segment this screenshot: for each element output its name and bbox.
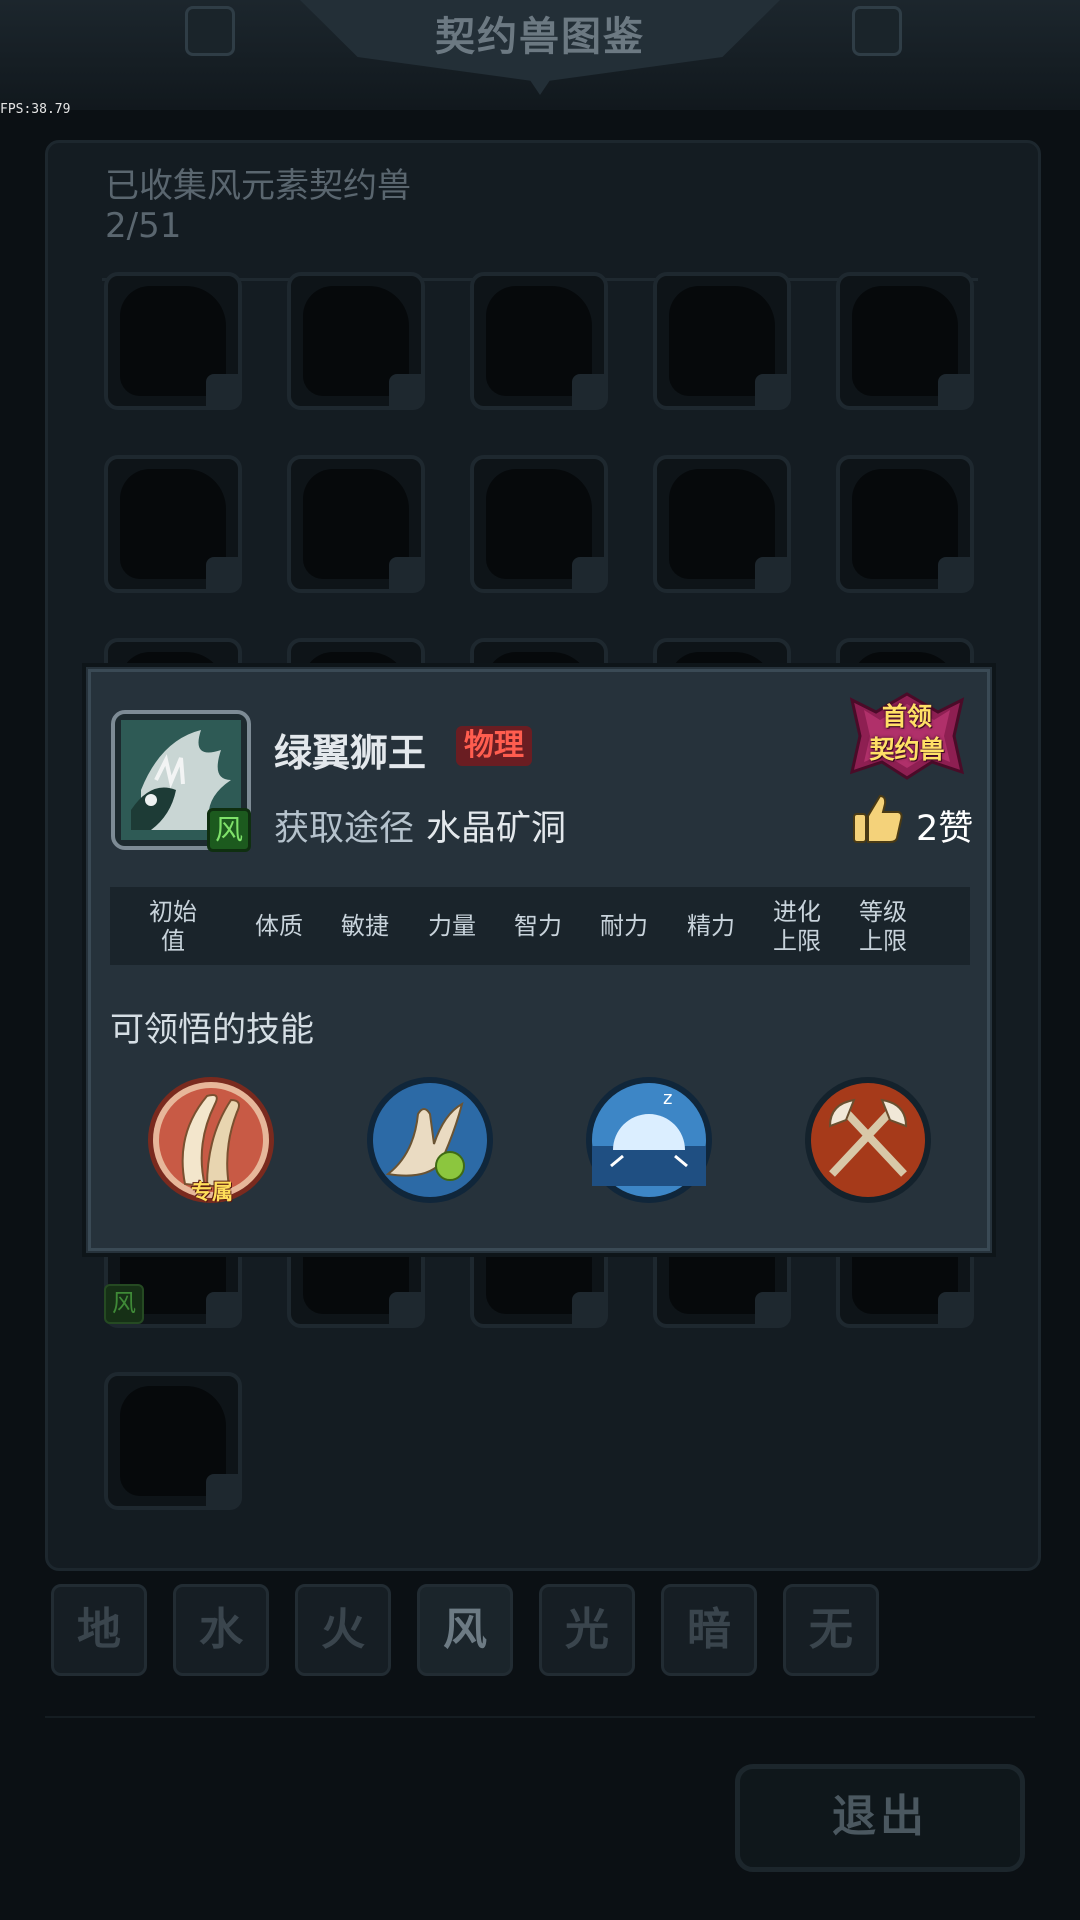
element-tab[interactable]: 无 <box>783 1584 879 1676</box>
stat-header: 初始值 <box>128 898 218 956</box>
element-tab[interactable]: 光 <box>539 1584 635 1676</box>
svg-text:z: z <box>663 1088 672 1109</box>
like-count: 2赞 <box>916 809 974 849</box>
element-tab[interactable]: 暗 <box>661 1584 757 1676</box>
collection-label: 已收集风元素契约兽 <box>105 166 411 206</box>
beast-slot[interactable] <box>104 272 242 410</box>
beast-slot[interactable] <box>653 272 791 410</box>
stat-header-line1: 耐力 <box>600 912 648 940</box>
exclusive-tag: 专属 <box>191 1180 233 1204</box>
element-badge: 风 <box>207 808 251 852</box>
wind-sprout-skill-icon <box>367 1077 493 1203</box>
skills-title: 可领悟的技能 <box>110 1010 314 1050</box>
element-tab[interactable]: 火 <box>295 1584 391 1676</box>
exit-button[interactable]: 退出 <box>735 1764 1025 1872</box>
bottom-divider <box>45 1716 1035 1718</box>
element-tab[interactable]: 地 <box>51 1584 147 1676</box>
stat-header: 力量 <box>407 912 497 941</box>
skill-crossed-axes[interactable] <box>802 1074 934 1206</box>
skill-wind-sprout[interactable] <box>364 1074 496 1206</box>
skill-light-dome[interactable]: z <box>583 1074 715 1206</box>
beast-slot[interactable] <box>836 455 974 593</box>
stat-header-line2: 上限 <box>859 927 907 955</box>
stat-header: 智力 <box>493 912 583 941</box>
stat-header-line1: 初始 <box>149 898 197 926</box>
beast-slot[interactable] <box>470 272 608 410</box>
beast-slot[interactable] <box>287 272 425 410</box>
thumbs-up-icon[interactable] <box>852 792 904 844</box>
boss-badge-line1: 首领 <box>881 702 932 731</box>
beast-slot[interactable] <box>287 455 425 593</box>
page-title: 契约兽图鉴 <box>435 14 645 60</box>
fps-counter: FPS:38.79 <box>0 102 71 117</box>
beast-slot[interactable] <box>470 455 608 593</box>
source-value: 水晶矿洞 <box>426 809 567 849</box>
damage-type-tag: 物理 <box>456 726 532 766</box>
stat-header-line2: 上限 <box>773 927 821 955</box>
stat-header: 精力 <box>666 912 756 941</box>
stat-header: 等级 上限 <box>838 898 928 956</box>
stat-header: 耐力 <box>579 912 669 941</box>
top-header: 契约兽图鉴 <box>0 0 1080 110</box>
stat-header-line1: 等级 <box>859 898 907 926</box>
stat-header: 进化 上限 <box>752 898 842 956</box>
stat-header-line1: 力量 <box>428 912 476 940</box>
source-label: 获取途径 <box>274 809 415 849</box>
stat-header-line1: 体质 <box>255 912 303 940</box>
stat-header-line1: 精力 <box>687 912 735 940</box>
beast-slot[interactable] <box>104 455 242 593</box>
beast-slot[interactable] <box>836 272 974 410</box>
boss-badge-line2: 契约兽 <box>869 735 945 764</box>
beast-slot[interactable] <box>104 1372 242 1510</box>
boss-badge-label: 首领 契约兽 <box>846 700 968 766</box>
element-tab[interactable]: 水 <box>173 1584 269 1676</box>
beast-name: 绿翼狮王 <box>274 731 427 775</box>
stat-header: 敏捷 <box>320 912 410 941</box>
stat-header-line2: 值 <box>161 927 185 955</box>
stat-header-line1: 智力 <box>514 912 562 940</box>
stat-header: 体质 <box>234 912 324 941</box>
beast-slot[interactable] <box>653 455 791 593</box>
collection-count: 2/51 <box>105 206 182 246</box>
crossed-axes-skill-icon <box>805 1077 931 1203</box>
stat-header-line1: 敏捷 <box>341 912 389 940</box>
slot-element-badge: 风 <box>104 1284 144 1324</box>
light-dome-skill-icon: z <box>586 1077 712 1203</box>
stat-header-line1: 进化 <box>773 898 821 926</box>
element-tab[interactable]: 风 <box>417 1584 513 1676</box>
